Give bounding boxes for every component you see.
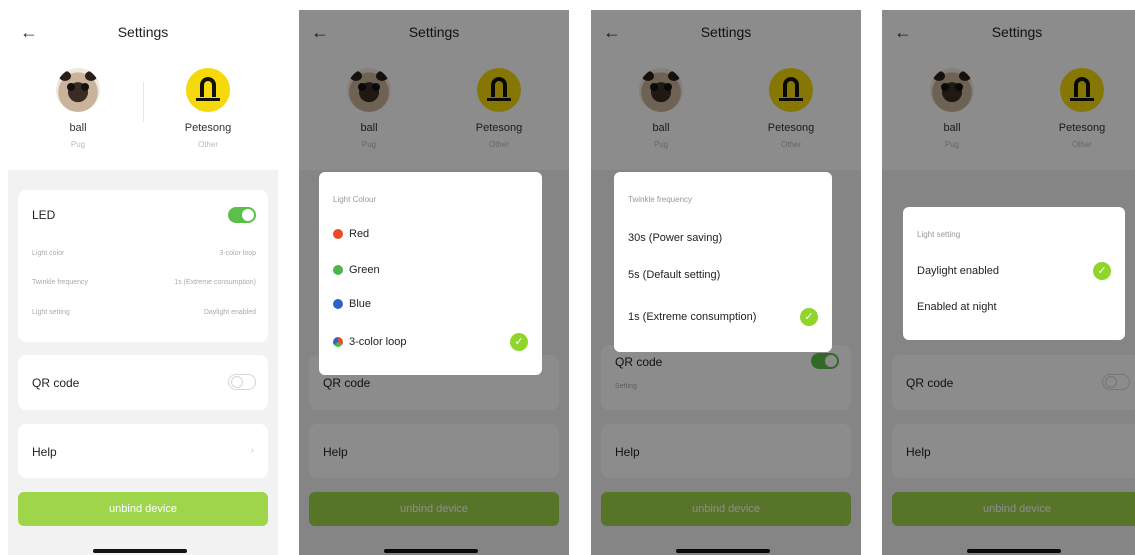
option-label: Daylight enabled (917, 265, 999, 277)
option-daylight-enabled[interactable]: Daylight enabled ✓ (917, 261, 1111, 281)
settings-screen-3: ← Settings ball Pug Petesong Other QR co… (591, 10, 861, 555)
checkmark-icon: ✓ (1093, 262, 1111, 280)
option-label: Green (349, 264, 380, 276)
red-dot-icon (333, 229, 343, 240)
option-enabled-at-night[interactable]: Enabled at night (917, 297, 1111, 317)
pet-card-ball[interactable]: ball Pug (18, 68, 138, 149)
pet-name: ball (69, 122, 87, 134)
pug-avatar (56, 68, 100, 112)
device-avatar (186, 68, 230, 112)
row-value: 1s (Extreme consumption) (174, 279, 256, 286)
option-30s[interactable]: 30s (Power saving) (628, 228, 818, 248)
header-area: ← Settings ball Pug Petesong Other (8, 10, 278, 170)
chevron-right-icon: › (250, 445, 254, 456)
blue-dot-icon (333, 299, 343, 310)
option-1s[interactable]: 1s (Extreme consumption) ✓ (628, 307, 818, 327)
option-red[interactable]: Red (333, 224, 528, 244)
green-dot-icon (333, 265, 343, 276)
multicolor-dot-icon (333, 337, 343, 348)
qr-label: QR code (32, 376, 80, 390)
twinkle-frequency-row[interactable]: Twinkle frequency 1s (Extreme consumptio… (32, 279, 256, 286)
pet-name: Petesong (184, 122, 232, 134)
option-blue[interactable]: Blue (333, 294, 528, 314)
settings-screen-1: ← Settings ball Pug Petesong Other LED L… (8, 10, 278, 555)
option-label: Enabled at night (917, 301, 997, 313)
pet-card-petesong[interactable]: Petesong Other (148, 68, 268, 149)
modal-title: Light setting (917, 230, 961, 239)
divider (143, 82, 144, 122)
qr-toggle[interactable] (228, 374, 256, 390)
qr-code-card: QR code (18, 355, 268, 410)
pet-breed: Other (197, 140, 218, 149)
option-label: Red (349, 228, 370, 240)
light-setting-modal: Light setting Daylight enabled ✓ Enabled… (903, 207, 1125, 340)
page-title: Settings (117, 24, 169, 40)
modal-title: Light Colour (333, 195, 377, 204)
option-label: 5s (Default setting) (628, 269, 721, 281)
settings-screen-4: ← Settings ball Pug Petesong Other QR co… (882, 10, 1135, 555)
option-green[interactable]: Green (333, 260, 528, 280)
option-label: Blue (349, 298, 372, 310)
row-label: Light setting (32, 309, 70, 316)
light-colour-modal: Light Colour Red Green Blue 3-color loop… (319, 172, 542, 375)
row-label: Twinkle frequency (32, 279, 89, 286)
option-label: 30s (Power saving) (628, 232, 723, 244)
row-value: Daylight enabled (203, 309, 256, 316)
led-label: LED (32, 208, 56, 222)
option-5s[interactable]: 5s (Default setting) (628, 265, 818, 285)
led-card: LED Light color 3-color loop Twinkle fre… (18, 190, 268, 342)
settings-screen-2: ← Settings ball Pug Petesong Other QR co… (299, 10, 569, 555)
modal-title: Twinkle frequency (628, 195, 693, 204)
help-label: Help (32, 445, 57, 459)
checkmark-icon: ✓ (510, 333, 528, 351)
row-label: Light color (32, 250, 65, 257)
light-color-row[interactable]: Light color 3-color loop (32, 250, 256, 257)
checkmark-icon: ✓ (800, 308, 818, 326)
option-3-color-loop[interactable]: 3-color loop ✓ (333, 332, 528, 352)
twinkle-frequency-modal: Twinkle frequency 30s (Power saving) 5s … (614, 172, 832, 352)
pet-breed: Pug (70, 140, 86, 149)
help-card[interactable]: Help › (18, 424, 268, 478)
option-label: 3-color loop (349, 336, 407, 348)
home-indicator (93, 549, 187, 553)
row-value: 3-color loop (219, 250, 256, 257)
led-toggle[interactable] (228, 207, 256, 223)
unbind-device-button[interactable]: unbind device (18, 492, 268, 526)
option-label: 1s (Extreme consumption) (628, 311, 757, 323)
light-setting-row[interactable]: Light setting Daylight enabled (32, 309, 256, 316)
